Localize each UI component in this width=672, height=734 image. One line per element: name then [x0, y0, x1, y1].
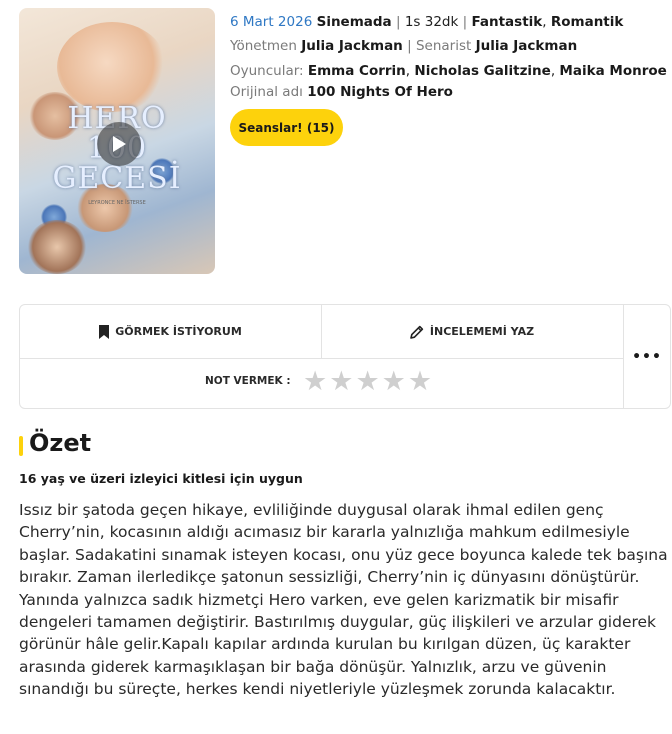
credits-row: Yönetmen Julia Jackman | Senarist Julia … — [230, 38, 578, 54]
cast-link[interactable]: Emma Corrin — [308, 63, 406, 79]
release-venue: Sinemada — [316, 14, 392, 30]
original-title-label: Orijinal adı — [230, 84, 303, 100]
section-accent-bar — [19, 436, 23, 456]
cast-link[interactable]: Maika Monroe — [559, 63, 666, 79]
poster-figure-bottom — [27, 220, 87, 274]
star-icon[interactable]: ★ — [408, 368, 432, 395]
play-trailer-button[interactable] — [97, 122, 141, 166]
genre-link-romantik[interactable]: Romantik — [551, 14, 624, 30]
cast-label: Oyuncular: — [230, 63, 304, 79]
play-icon — [113, 136, 126, 152]
star-icon[interactable]: ★ — [303, 368, 327, 395]
user-actions-panel: GÖRMEK İSTİYORUM İNCELEMEMİ YAZ ••• NOT … — [19, 304, 671, 409]
director-label: Yönetmen — [230, 38, 297, 54]
star-icon[interactable]: ★ — [382, 368, 406, 395]
poster-tagline: LEYRONCE NE İSTERSE — [88, 200, 146, 206]
star-rating: ★ ★ ★ ★ ★ — [303, 368, 432, 395]
bookmark-icon — [99, 324, 110, 339]
write-review-label: İNCELEMEMİ YAZ — [429, 325, 535, 338]
star-icon[interactable]: ★ — [355, 368, 379, 395]
more-dots-icon: ••• — [632, 348, 662, 365]
writer-label: Senarist — [415, 38, 472, 54]
write-review-button[interactable]: İNCELEMEMİ YAZ — [321, 305, 623, 358]
summary-text: Issız bir şatoda geçen hikaye, evliliğin… — [19, 501, 668, 699]
original-title-row: Orijinal adı 100 Nights Of Hero — [230, 80, 453, 104]
release-date: 6 Mart 2026 — [230, 14, 313, 30]
summary-heading: Özet — [29, 429, 92, 457]
age-rating-notice: 16 yaş ve üzeri izleyici kitlesi için uy… — [19, 471, 303, 486]
release-row: 6 Mart 2026 Sinemada | 1s 32dk | Fantast… — [230, 14, 624, 30]
watchlist-button[interactable]: GÖRMEK İSTİYORUM — [20, 305, 322, 358]
duration: 1s 32dk — [404, 14, 459, 30]
pencil-icon — [410, 325, 424, 339]
divider — [20, 358, 623, 359]
genre-link-fantastik[interactable]: Fantastik — [471, 14, 542, 30]
writer-link[interactable]: Julia Jackman — [476, 38, 578, 54]
watchlist-label: GÖRMEK İSTİYORUM — [115, 325, 242, 338]
star-icon[interactable]: ★ — [329, 368, 353, 395]
movie-poster[interactable]: HERO 100 GECESİ LEYRONCE NE İSTERSE — [19, 8, 215, 274]
cast-link[interactable]: Nicholas Galitzine — [414, 63, 550, 79]
director-link[interactable]: Julia Jackman — [301, 38, 403, 54]
original-title: 100 Nights Of Hero — [307, 84, 453, 100]
rating-label: NOT VERMEK : — [205, 375, 291, 387]
more-options-button[interactable]: ••• — [624, 305, 670, 408]
showtimes-button[interactable]: Seanslar! (15) — [230, 109, 343, 146]
